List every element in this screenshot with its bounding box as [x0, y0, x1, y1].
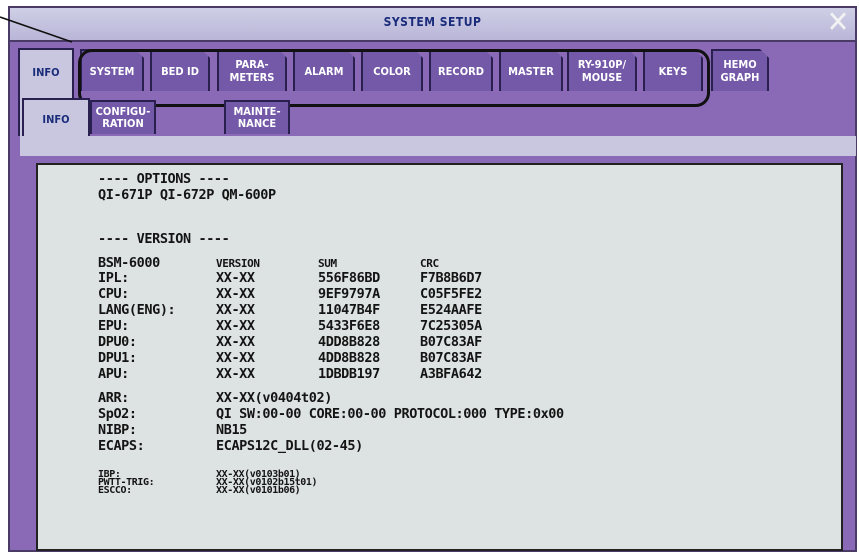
extra-value: QI SW:00-00 CORE:00-00 PROTOCOL:000 TYPE… [216, 406, 564, 422]
tab-highlight-outline [78, 49, 710, 107]
row-version: XX-XX [216, 366, 255, 382]
row-version: XX-XX [216, 318, 255, 334]
row-sum: 4DD8B828 [318, 334, 380, 350]
extra-value: XX-XX(v0404t02) [216, 390, 332, 406]
options-value: QI-671P QI-672P QM-600P [98, 187, 276, 203]
extra-label: NIBP: [98, 422, 137, 438]
extra-label: ECAPS: [98, 438, 145, 454]
row-label: DPU0: [98, 334, 137, 350]
row-crc: A3BFA642 [420, 366, 482, 382]
window-title: SYSTEM SETUP [383, 15, 482, 29]
row-version: XX-XX [216, 350, 255, 366]
row-crc: B07C83AF [420, 334, 482, 350]
extra-label: ARR: [98, 390, 129, 406]
tab-hemo-graph[interactable]: HEMO GRAPH [711, 49, 769, 91]
version-header: ---- VERSION ---- [98, 231, 230, 247]
extra-value: ECAPS12C_DLL(02-45) [216, 438, 363, 454]
small-label: ESCCO: [98, 485, 132, 496]
row-sum: 5433F6E8 [318, 318, 380, 334]
extra-label: SpO2: [98, 406, 137, 422]
row-sum: 1DBDB197 [318, 366, 380, 382]
row-crc: F7B8B6D7 [420, 270, 482, 286]
row-crc: B07C83AF [420, 350, 482, 366]
row-sum: 9EF9797A [318, 286, 380, 302]
close-icon[interactable]: ✕ [825, 8, 851, 38]
row-crc: E524AAFE [420, 302, 482, 318]
subtab-label: INFO [42, 113, 70, 126]
tab-label: INFO [32, 66, 60, 79]
col-header-version: VERSION [216, 257, 260, 270]
subtab-info[interactable]: INFO [22, 98, 90, 140]
subtab-maintenance[interactable]: MAINTE- NANCE [224, 100, 290, 134]
title-bar: SYSTEM SETUP ✕ [10, 8, 855, 42]
subtab-bar [20, 136, 856, 156]
row-crc: 7C25305A [420, 318, 482, 334]
row-version: XX-XX [216, 286, 255, 302]
row-label: EPU: [98, 318, 129, 334]
row-sum: 4DD8B828 [318, 350, 380, 366]
row-version: XX-XX [216, 302, 255, 318]
row-version: XX-XX [216, 334, 255, 350]
subtab-label: MAINTE- NANCE [233, 105, 281, 130]
col-header-sum: SUM [318, 257, 337, 270]
row-sum: 11047B4F [318, 302, 380, 318]
subtab-configuration[interactable]: CONFIGU- RATION [90, 100, 156, 134]
extra-value: NB15 [216, 422, 247, 438]
row-label: LANG(ENG): [98, 302, 176, 318]
row-label: DPU1: [98, 350, 137, 366]
row-version: XX-XX [216, 270, 255, 286]
row-label: APU: [98, 366, 129, 382]
subtab-label: CONFIGU- RATION [95, 105, 151, 130]
row-label: IPL: [98, 270, 129, 286]
col-header-crc: CRC [420, 257, 439, 270]
row-crc: C05F5FE2 [420, 286, 482, 302]
col-header-device: BSM-6000 [98, 255, 160, 271]
options-header: ---- OPTIONS ---- [98, 171, 230, 187]
small-value: XX-XX(v0101b06) [216, 485, 301, 496]
info-panel: ---- OPTIONS ---- QI-671P QI-672P QM-600… [36, 163, 843, 551]
system-setup-window: SYSTEM SETUP ✕ INFO SYSTEM BED ID PARA- … [8, 6, 857, 552]
callout-pointer [0, 16, 73, 43]
row-label: CPU: [98, 286, 129, 302]
row-sum: 556F86BD [318, 270, 380, 286]
tab-label: HEMO GRAPH [720, 58, 760, 84]
